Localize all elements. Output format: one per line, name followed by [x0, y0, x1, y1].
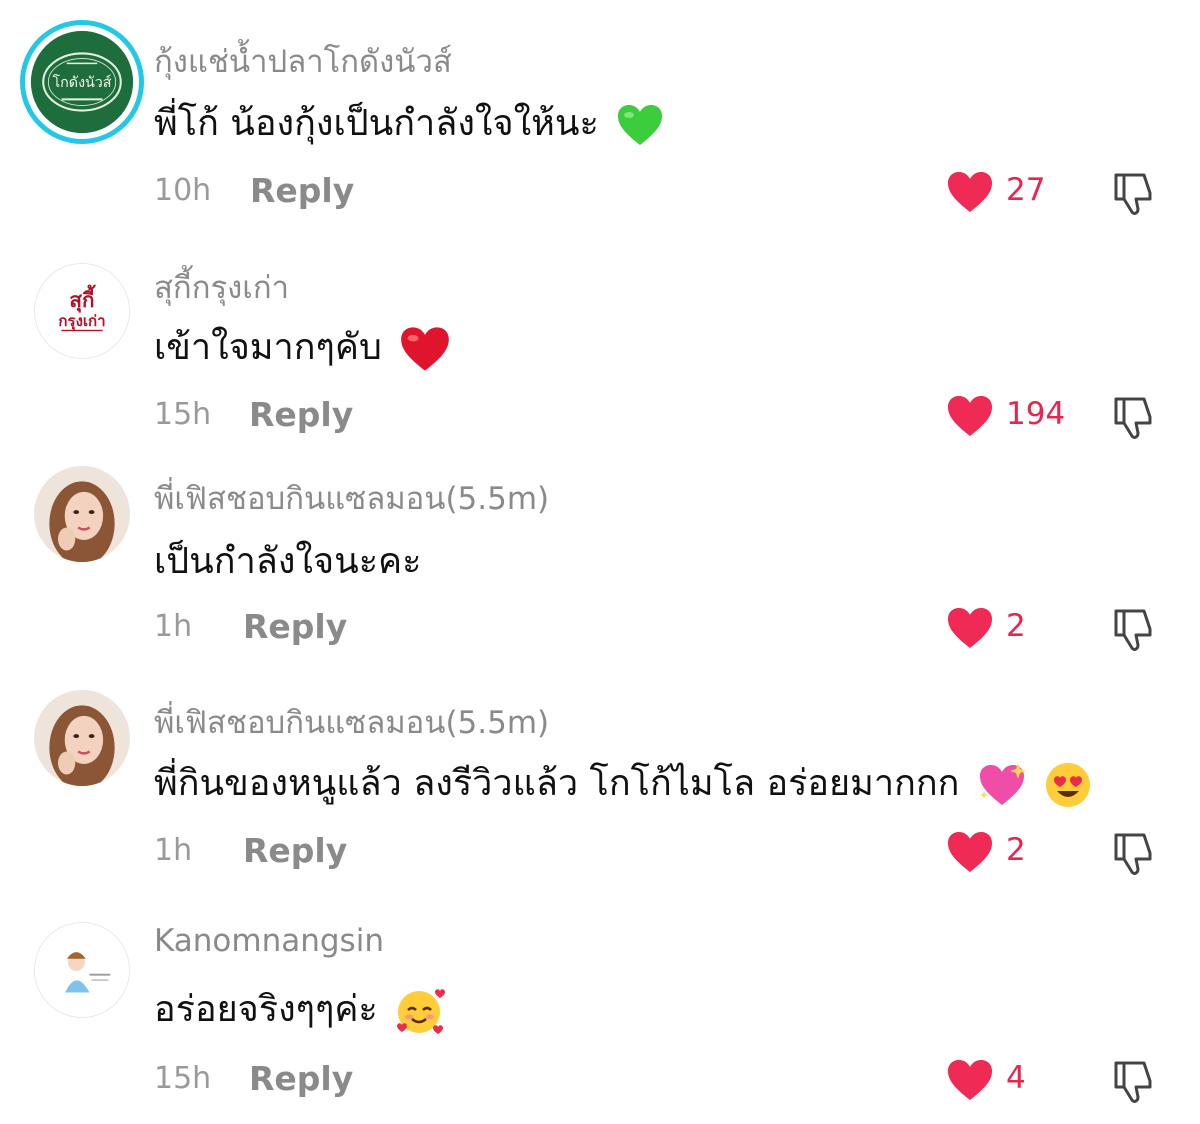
sparkling-heart-emoji: [979, 763, 1026, 805]
reply-button[interactable]: Reply: [243, 831, 347, 870]
comment-text: เป็นกำลังใจนะคะ: [154, 532, 421, 589]
cartoon-shop-logo: [35, 923, 129, 1017]
like-count: 194: [1006, 396, 1066, 432]
like-count: 27: [1006, 172, 1046, 208]
thumbs-down-icon[interactable]: [1110, 1057, 1158, 1105]
like-count: 4: [1006, 1060, 1026, 1096]
avatar[interactable]: [34, 690, 130, 786]
like-count: 2: [1006, 832, 1026, 868]
comment-text-body: เป็นกำลังใจนะคะ: [154, 541, 422, 582]
thumbs-down-icon[interactable]: [1110, 169, 1158, 217]
heart-icon[interactable]: [946, 1058, 994, 1102]
comment-text-body: อร่อยจริงๆๆค่ะ: [154, 989, 378, 1030]
comment-time: 10h: [154, 173, 212, 208]
reply-button[interactable]: Reply: [249, 395, 353, 434]
thumbs-down-icon[interactable]: [1110, 393, 1158, 441]
comment-text: พี่กินของหนูแล้ว ลงรีวิวแล้ว โกโก้ไมโล อ…: [154, 754, 1092, 811]
user-photo: [34, 466, 130, 562]
heart-eyes-emoji: [1046, 763, 1091, 807]
comment-time: 15h: [154, 397, 212, 432]
green-heart-emoji: [618, 105, 663, 145]
suki-shop-logo: สุกี้ กรุงเก่า: [35, 264, 129, 358]
svg-text:กรุงเก่า: กรุงเก่า: [58, 312, 105, 331]
comment-time: 1h: [154, 609, 193, 644]
smiling-face-with-hearts-emoji: [397, 989, 446, 1034]
comment-text-body: พี่โก้ น้องกุ้งเป็นกำลังใจให้นะ: [154, 103, 599, 144]
heart-icon[interactable]: [946, 170, 994, 214]
comment-username[interactable]: Kanomnangsin: [154, 923, 384, 959]
comment-username[interactable]: กุ้งแช่น้ำปลาโกดังนัวส์: [154, 36, 452, 86]
thumbs-down-icon[interactable]: [1110, 605, 1158, 653]
comment-text: อร่อยจริงๆๆค่ะ: [154, 980, 446, 1037]
avatar[interactable]: [34, 466, 130, 562]
comment-time: 15h: [154, 1061, 212, 1096]
red-heart-emoji: [401, 327, 450, 371]
reply-button[interactable]: Reply: [250, 171, 354, 210]
reply-button[interactable]: Reply: [243, 607, 347, 646]
comment-username[interactable]: พี่เฟิสชอบกินแซลมอน(5.5m): [154, 697, 549, 747]
avatar[interactable]: [34, 922, 130, 1018]
comment-username[interactable]: พี่เฟิสชอบกินแซลมอน(5.5m): [154, 473, 549, 523]
heart-icon[interactable]: [946, 606, 994, 650]
user-photo: [34, 690, 130, 786]
thumbs-down-icon[interactable]: [1110, 829, 1158, 877]
svg-text:สุกี้: สุกี้: [69, 284, 96, 313]
like-count: 2: [1006, 608, 1026, 644]
avatar[interactable]: สุกี้ กรุงเก่า: [34, 263, 130, 359]
comment-text: เข้าใจมากๆคับ: [154, 318, 451, 375]
comment-time: 1h: [154, 833, 193, 868]
avatar[interactable]: โกดังนัวส์: [20, 20, 144, 144]
svg-text:โกดังนัวส์: โกดังนัวส์: [53, 74, 112, 91]
comment-username[interactable]: สุกี้กรุงเก่า: [154, 262, 289, 312]
heart-icon[interactable]: [946, 394, 994, 438]
comment-text: พี่โก้ น้องกุ้งเป็นกำลังใจให้นะ: [154, 94, 664, 151]
comment-text-body: พี่กินของหนูแล้ว ลงรีวิวแล้ว โกโก้ไมโล อ…: [154, 763, 960, 804]
reply-button[interactable]: Reply: [249, 1059, 353, 1098]
shrimp-shop-logo: โกดังนัวส์: [31, 31, 133, 133]
heart-icon[interactable]: [946, 830, 994, 874]
comment-text-body: เข้าใจมากๆคับ: [154, 327, 382, 368]
